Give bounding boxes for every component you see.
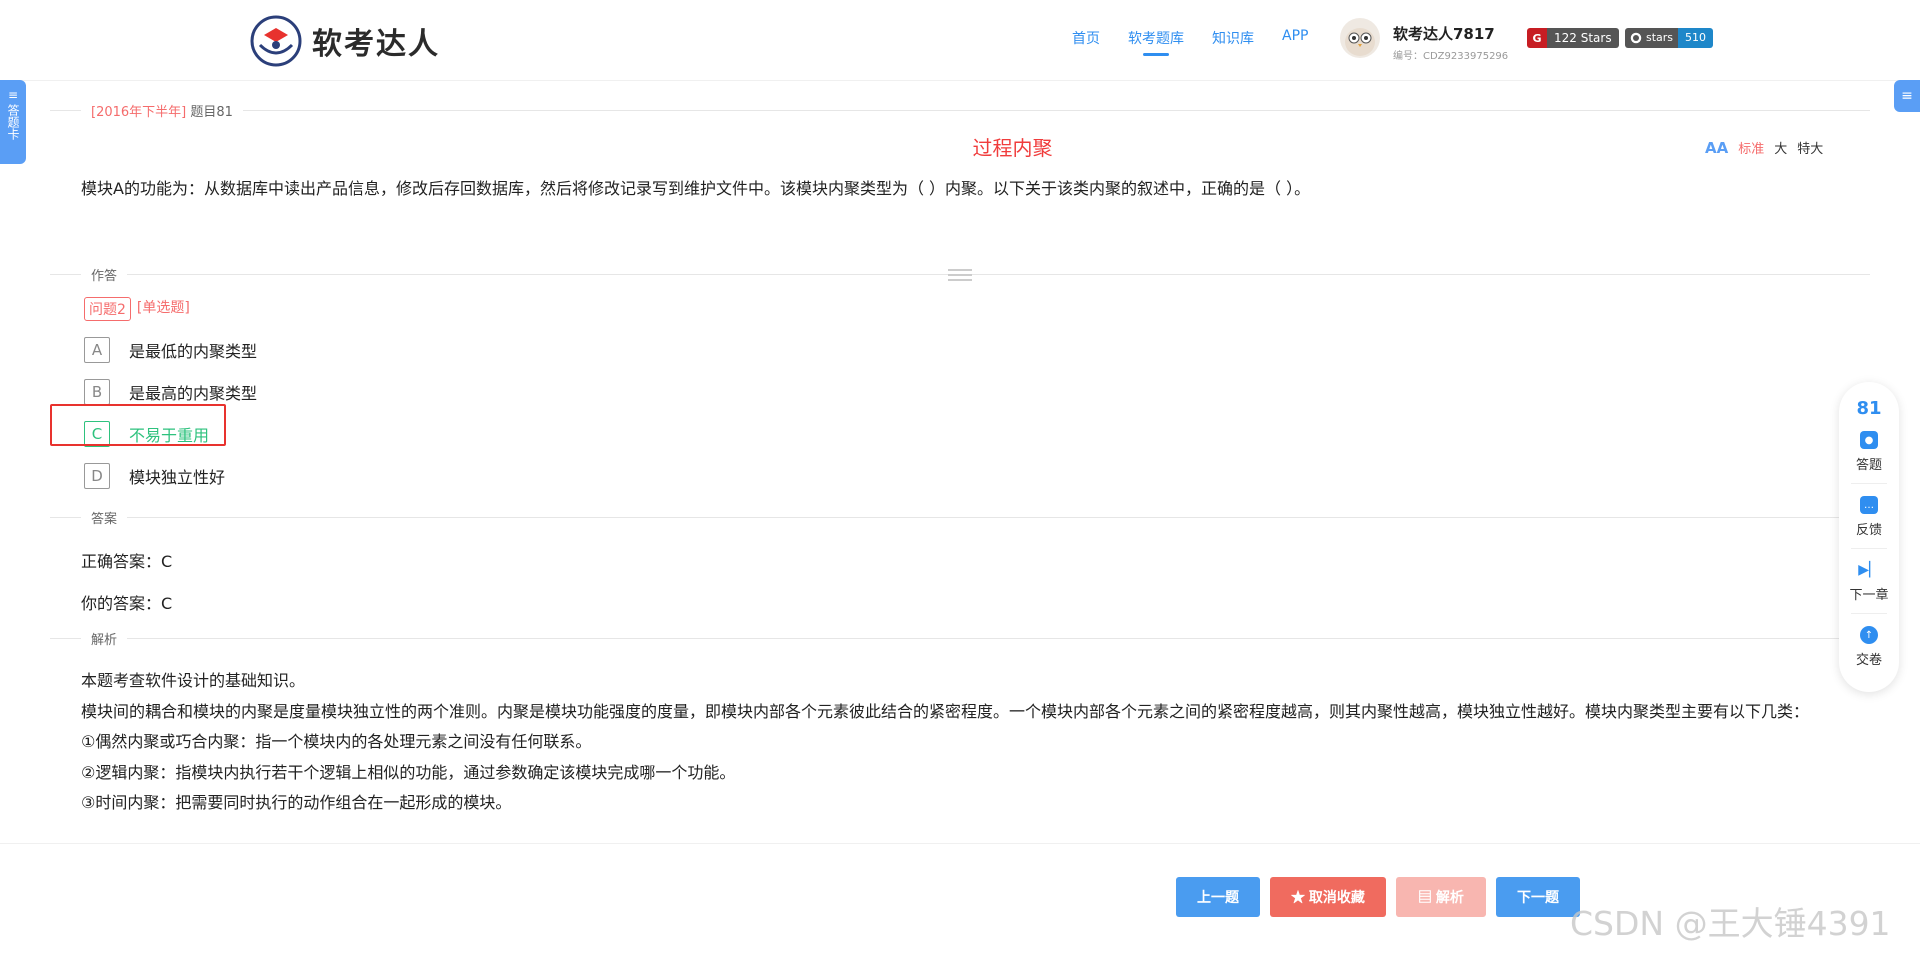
main-nav: 首页 软考题库 知识库 APP <box>1072 28 1308 56</box>
option-text: 是最高的内聚类型 <box>129 384 258 403</box>
font-size-large[interactable]: 大 <box>1774 138 1787 157</box>
gitee-stars-badge[interactable]: G 122 Stars <box>1527 28 1619 48</box>
user-id: 编号：CDZ9233975296 <box>1393 51 1509 62</box>
unfavorite-button[interactable]: ★ 取消收藏 <box>1270 877 1386 917</box>
float-feedback-label: 反馈 <box>1855 523 1882 538</box>
watermark: CSDN @王大锤4391 <box>1570 904 1891 943</box>
analysis-line: ②逻辑内聚：指模块内执行若干个逻辑上相似的功能，通过参数确定该模块完成哪一个功能… <box>81 762 736 782</box>
prev-question-button[interactable]: 上一题 <box>1176 877 1260 917</box>
question-type-tag: [单选题] <box>136 300 190 316</box>
option-b[interactable]: B 是最高的内聚类型 <box>84 379 257 405</box>
question-tags: 问题2 [单选题] <box>84 297 190 321</box>
divider <box>1851 613 1887 614</box>
option-a[interactable]: A 是最低的内聚类型 <box>84 337 257 363</box>
section-label-analysis: 解析 <box>81 629 128 648</box>
answer-icon: ● <box>1859 431 1878 449</box>
logo-text: 软考达人 <box>312 27 440 62</box>
github-label: stars <box>1625 28 1679 48</box>
divider <box>1851 548 1887 549</box>
question-number: 题目81 <box>190 105 233 120</box>
drag-handle-icon[interactable] <box>948 266 972 286</box>
float-next-chapter-button[interactable]: ▶▏ 下一章 <box>1849 561 1888 603</box>
font-size-standard[interactable]: 标准 <box>1738 138 1764 157</box>
analysis-button[interactable]: ▤ 解析 <box>1396 877 1486 917</box>
list-icon: ≡ <box>7 88 19 102</box>
skip-next-icon: ▶▏ <box>1858 562 1880 578</box>
float-submit-label: 交卷 <box>1855 653 1882 668</box>
divider <box>50 110 1870 111</box>
top-header: 软考达人 首页 软考题库 知识库 APP 软考达人7817 编号：CDZ9233… <box>0 0 1920 81</box>
section-label-answer: 作答 <box>81 265 128 284</box>
float-next-chapter-label: 下一章 <box>1849 588 1889 603</box>
floating-toolbar: 81 ● 答题 … 反馈 ▶▏ 下一章 ↑ 交卷 <box>1839 382 1899 692</box>
font-size-icon: AA <box>1705 138 1729 157</box>
option-letter: D <box>84 463 110 489</box>
github-stars-badge[interactable]: stars 510 <box>1625 28 1714 48</box>
float-answer-label: 答题 <box>1855 458 1882 473</box>
float-feedback-button[interactable]: … 反馈 <box>1856 496 1882 538</box>
github-count: 510 <box>1678 28 1714 48</box>
float-answer-button[interactable]: ● 答题 <box>1856 431 1882 473</box>
year-tag: [2016年下半年] <box>91 105 187 120</box>
correct-answer: 正确答案：C <box>81 552 173 571</box>
user-name: 软考达人7817 <box>1393 25 1495 43</box>
option-letter: B <box>84 379 110 405</box>
question-counter: 81 <box>1856 398 1882 419</box>
analysis-line: 本题考查软件设计的基础知识。 <box>81 671 306 690</box>
option-text: 是最低的内聚类型 <box>129 342 258 361</box>
list-icon: ≡ <box>1901 88 1913 104</box>
section-label-result: 答案 <box>81 508 128 527</box>
question-breadcrumb: [2016年下半年] 题目81 <box>81 101 243 120</box>
right-list-tab[interactable]: ≡ <box>1894 80 1920 112</box>
github-label-text: stars <box>1646 31 1674 44</box>
analysis-line: ③时间内聚：把需要同时执行的动作组合在一起形成的模块。 <box>81 793 512 812</box>
option-letter: A <box>84 337 110 363</box>
gitee-icon: G <box>1527 28 1547 48</box>
question-title: 过程内聚 <box>972 136 1053 160</box>
owl-avatar-icon <box>1345 28 1375 56</box>
your-answer: 你的答案：C <box>81 594 173 613</box>
divider <box>50 517 1870 518</box>
gitee-stars-text: 122 Stars <box>1547 28 1619 48</box>
option-text: 模块独立性好 <box>129 468 226 487</box>
nav-question-bank[interactable]: 软考题库 <box>1128 28 1184 56</box>
divider <box>50 638 1870 639</box>
avatar[interactable] <box>1340 18 1380 58</box>
site-logo[interactable]: 软考达人 <box>250 15 440 67</box>
annotation-highlight-box <box>50 404 226 446</box>
nav-home[interactable]: 首页 <box>1072 28 1100 56</box>
float-submit-button[interactable]: ↑ 交卷 <box>1856 626 1882 668</box>
font-size-switcher: AA 标准 大 特大 <box>1705 138 1823 158</box>
github-icon <box>1630 32 1642 44</box>
next-question-button[interactable]: 下一题 <box>1496 877 1580 917</box>
analysis-line: ①偶然内聚或巧合内聚：指一个模块内的各处理元素之间没有任何联系。 <box>81 732 592 751</box>
feedback-icon: … <box>1859 496 1878 514</box>
option-d[interactable]: D 模块独立性好 <box>84 463 225 489</box>
nav-app[interactable]: APP <box>1282 28 1308 56</box>
upload-arrow-icon: ↑ <box>1859 626 1878 644</box>
analysis-text: 本题考查软件设计的基础知识。 模块间的耦合和模块的内聚是度量模块独立性的两个准则… <box>81 666 1833 831</box>
question-text: 模块A的功能为：从数据库中读出产品信息，修改后存回数据库，然后将修改记录写到维护… <box>81 179 1311 198</box>
analysis-line: 模块间的耦合和模块的内聚是度量模块独立性的两个准则。内聚是模块功能强度的度量，即… <box>81 701 1810 721</box>
font-size-xlarge[interactable]: 特大 <box>1797 138 1823 157</box>
nav-knowledge-base[interactable]: 知识库 <box>1212 28 1254 56</box>
problem-tag: 问题2 <box>84 297 131 321</box>
divider <box>1851 483 1887 484</box>
logo-icon <box>250 15 302 67</box>
